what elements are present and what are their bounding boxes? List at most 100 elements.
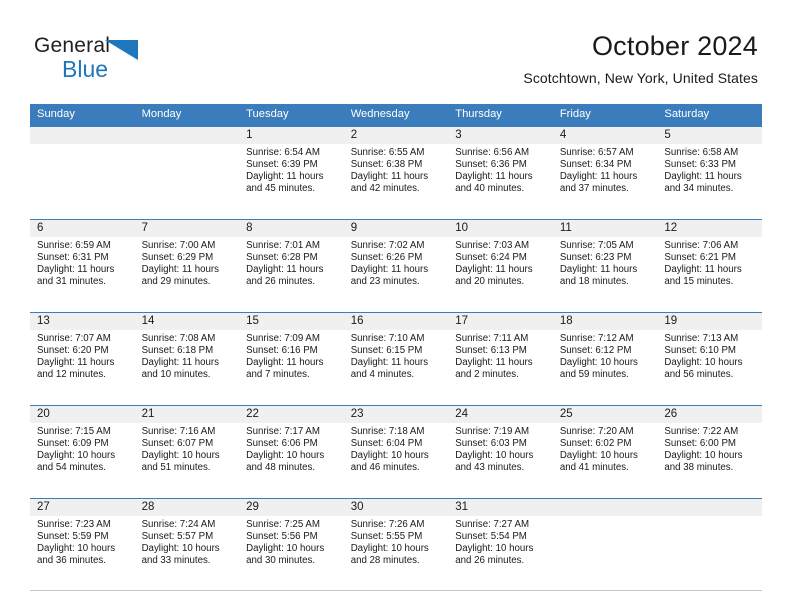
sunrise-text: Sunrise: 7:01 AM [246, 240, 320, 251]
daylight-text-line1: Daylight: 10 hours [246, 450, 325, 462]
page-title: October 2024 [591, 31, 758, 61]
day-cell[interactable]: 21 Sunrise: 7:16 AM Sunset: 6:07 PM Dayl… [134, 406, 240, 498]
day-cell[interactable]: 22 Sunrise: 7:17 AM Sunset: 6:06 PM Dayl… [239, 406, 344, 498]
day-number: 17 [448, 313, 553, 330]
daylight-text-line1: Daylight: 10 hours [141, 543, 220, 555]
daylight-text-line1: Daylight: 11 hours [350, 357, 429, 369]
day-number: 20 [30, 406, 135, 423]
weekday-header-friday: Friday [559, 108, 591, 120]
day-cell[interactable]: 11 Sunrise: 7:05 AM Sunset: 6:23 PM Dayl… [552, 220, 658, 312]
sunrise-text: Sunrise: 7:13 AM [664, 333, 739, 344]
day-info: Sunrise: 7:19 AM Sunset: 6:03 PM Dayligh… [448, 423, 553, 474]
day-cell[interactable]: 24 Sunrise: 7:19 AM Sunset: 6:03 PM Dayl… [448, 406, 553, 498]
daylight-text-line2: and 45 minutes. [246, 183, 316, 195]
logo-word-general: General [34, 34, 111, 57]
daylight-text-line2: and 40 minutes. [455, 183, 525, 195]
weekday-header-thursday: Thursday [455, 108, 502, 120]
sunrise-text: Sunrise: 7:12 AM [559, 333, 634, 344]
day-number: 2 [343, 127, 449, 144]
day-cell[interactable]: 17 Sunrise: 7:11 AM Sunset: 6:13 PM Dayl… [448, 313, 553, 405]
day-cell[interactable] [30, 127, 135, 219]
day-cell[interactable] [657, 499, 762, 590]
daylight-text-line1: Daylight: 11 hours [455, 264, 533, 276]
day-info [657, 516, 762, 519]
sunrise-text: Sunrise: 7:26 AM [350, 519, 425, 530]
day-cell[interactable]: 8 Sunrise: 7:01 AM Sunset: 6:28 PM Dayli… [239, 220, 344, 312]
day-cell[interactable]: 25 Sunrise: 7:20 AM Sunset: 6:02 PM Dayl… [552, 406, 658, 498]
day-info: Sunrise: 7:00 AM Sunset: 6:29 PM Dayligh… [135, 237, 240, 288]
day-cell[interactable]: 31 Sunrise: 7:27 AM Sunset: 5:54 PM Dayl… [448, 499, 553, 590]
day-info [30, 144, 135, 147]
day-cell[interactable]: 15 Sunrise: 7:09 AM Sunset: 6:16 PM Dayl… [239, 313, 344, 405]
sunrise-text: Sunrise: 7:06 AM [664, 240, 739, 251]
day-info: Sunrise: 6:56 AM Sunset: 6:36 PM Dayligh… [448, 144, 553, 195]
sunrise-text: Sunrise: 7:18 AM [350, 426, 425, 437]
day-number: 9 [343, 220, 449, 237]
sunset-text: Sunset: 6:26 PM [350, 252, 423, 264]
day-cell[interactable]: 6 Sunrise: 6:59 AM Sunset: 6:31 PM Dayli… [30, 220, 135, 312]
day-cell[interactable]: 12 Sunrise: 7:06 AM Sunset: 6:21 PM Dayl… [657, 220, 762, 312]
daylight-text-line1: Daylight: 11 hours [246, 264, 324, 276]
daylight-text-line2: and 28 minutes. [350, 555, 420, 567]
daylight-text-line2: and 7 minutes. [246, 369, 310, 381]
day-info: Sunrise: 7:26 AM Sunset: 5:55 PM Dayligh… [344, 516, 449, 567]
daylight-text-line1: Daylight: 11 hours [246, 357, 324, 369]
daylight-text-line2: and 10 minutes. [141, 369, 211, 381]
day-cell[interactable]: 19 Sunrise: 7:13 AM Sunset: 6:10 PM Dayl… [657, 313, 762, 405]
day-cell[interactable]: 4 Sunrise: 6:57 AM Sunset: 6:34 PM Dayli… [552, 127, 658, 219]
sunset-text: Sunset: 6:02 PM [559, 438, 632, 450]
day-cell[interactable]: 10 Sunrise: 7:03 AM Sunset: 6:24 PM Dayl… [448, 220, 553, 312]
day-cell[interactable]: 18 Sunrise: 7:12 AM Sunset: 6:12 PM Dayl… [552, 313, 658, 405]
day-cell[interactable]: 20 Sunrise: 7:15 AM Sunset: 6:09 PM Dayl… [30, 406, 135, 498]
sunrise-text: Sunrise: 7:23 AM [37, 519, 111, 530]
daylight-text-line1: Daylight: 10 hours [350, 450, 429, 462]
sunset-text: Sunset: 6:24 PM [455, 252, 527, 264]
daylight-text-line1: Daylight: 11 hours [559, 264, 638, 276]
day-info: Sunrise: 7:08 AM Sunset: 6:18 PM Dayligh… [135, 330, 240, 381]
sunrise-text: Sunrise: 7:11 AM [455, 333, 529, 344]
daylight-text-line2: and 38 minutes. [664, 462, 734, 474]
day-cell[interactable]: 27 Sunrise: 7:23 AM Sunset: 5:59 PM Dayl… [30, 499, 135, 590]
sunrise-text: Sunrise: 6:57 AM [559, 147, 634, 158]
day-cell[interactable] [134, 127, 240, 219]
day-cell[interactable]: 28 Sunrise: 7:24 AM Sunset: 5:57 PM Dayl… [134, 499, 240, 590]
day-cell[interactable]: 16 Sunrise: 7:10 AM Sunset: 6:15 PM Dayl… [343, 313, 449, 405]
day-cell[interactable] [552, 499, 658, 590]
day-number: 29 [239, 499, 344, 516]
day-info: Sunrise: 7:22 AM Sunset: 6:00 PM Dayligh… [657, 423, 762, 474]
sunset-text: Sunset: 5:57 PM [141, 531, 214, 543]
day-info: Sunrise: 7:03 AM Sunset: 6:24 PM Dayligh… [448, 237, 553, 288]
sunset-text: Sunset: 6:31 PM [37, 252, 109, 264]
general-blue-logo[interactable]: General Blue [34, 34, 184, 82]
day-cell[interactable]: 23 Sunrise: 7:18 AM Sunset: 6:04 PM Dayl… [343, 406, 449, 498]
sunrise-text: Sunrise: 7:07 AM [37, 333, 111, 344]
day-cell[interactable]: 29 Sunrise: 7:25 AM Sunset: 5:56 PM Dayl… [239, 499, 344, 590]
sunset-text: Sunset: 6:04 PM [350, 438, 423, 450]
day-cell[interactable]: 26 Sunrise: 7:22 AM Sunset: 6:00 PM Dayl… [657, 406, 762, 498]
daylight-text-line1: Daylight: 10 hours [246, 543, 325, 555]
day-cell[interactable]: 14 Sunrise: 7:08 AM Sunset: 6:18 PM Dayl… [134, 313, 240, 405]
day-cell[interactable]: 13 Sunrise: 7:07 AM Sunset: 6:20 PM Dayl… [30, 313, 135, 405]
day-cell[interactable]: 7 Sunrise: 7:00 AM Sunset: 6:29 PM Dayli… [134, 220, 240, 312]
daylight-text-line2: and 26 minutes. [455, 555, 525, 567]
weekday-header-sunday: Sunday [37, 108, 75, 120]
sunrise-text: Sunrise: 7:17 AM [246, 426, 320, 437]
sunrise-text: Sunrise: 7:22 AM [664, 426, 739, 437]
day-info: Sunrise: 7:25 AM Sunset: 5:56 PM Dayligh… [239, 516, 344, 567]
sunset-text: Sunset: 6:28 PM [246, 252, 318, 264]
day-number: 26 [657, 406, 762, 423]
daylight-text-line1: Daylight: 10 hours [455, 543, 534, 555]
sunset-text: Sunset: 6:03 PM [455, 438, 527, 450]
week-row: 27 Sunrise: 7:23 AM Sunset: 5:59 PM Dayl… [30, 498, 762, 591]
day-cell[interactable]: 5 Sunrise: 6:58 AM Sunset: 6:33 PM Dayli… [657, 127, 762, 219]
day-cell[interactable]: 1 Sunrise: 6:54 AM Sunset: 6:39 PM Dayli… [239, 127, 344, 219]
day-cell[interactable]: 30 Sunrise: 7:26 AM Sunset: 5:55 PM Dayl… [343, 499, 449, 590]
sunrise-text: Sunrise: 7:27 AM [455, 519, 530, 530]
day-cell[interactable]: 3 Sunrise: 6:56 AM Sunset: 6:36 PM Dayli… [448, 127, 553, 219]
day-number: 1 [239, 127, 344, 144]
day-cell[interactable]: 2 Sunrise: 6:55 AM Sunset: 6:38 PM Dayli… [343, 127, 449, 219]
day-cell[interactable]: 9 Sunrise: 7:02 AM Sunset: 6:26 PM Dayli… [343, 220, 449, 312]
daylight-text-line1: Daylight: 11 hours [559, 171, 638, 183]
daylight-text-line1: Daylight: 11 hours [246, 171, 324, 183]
sunset-text: Sunset: 6:21 PM [664, 252, 736, 264]
